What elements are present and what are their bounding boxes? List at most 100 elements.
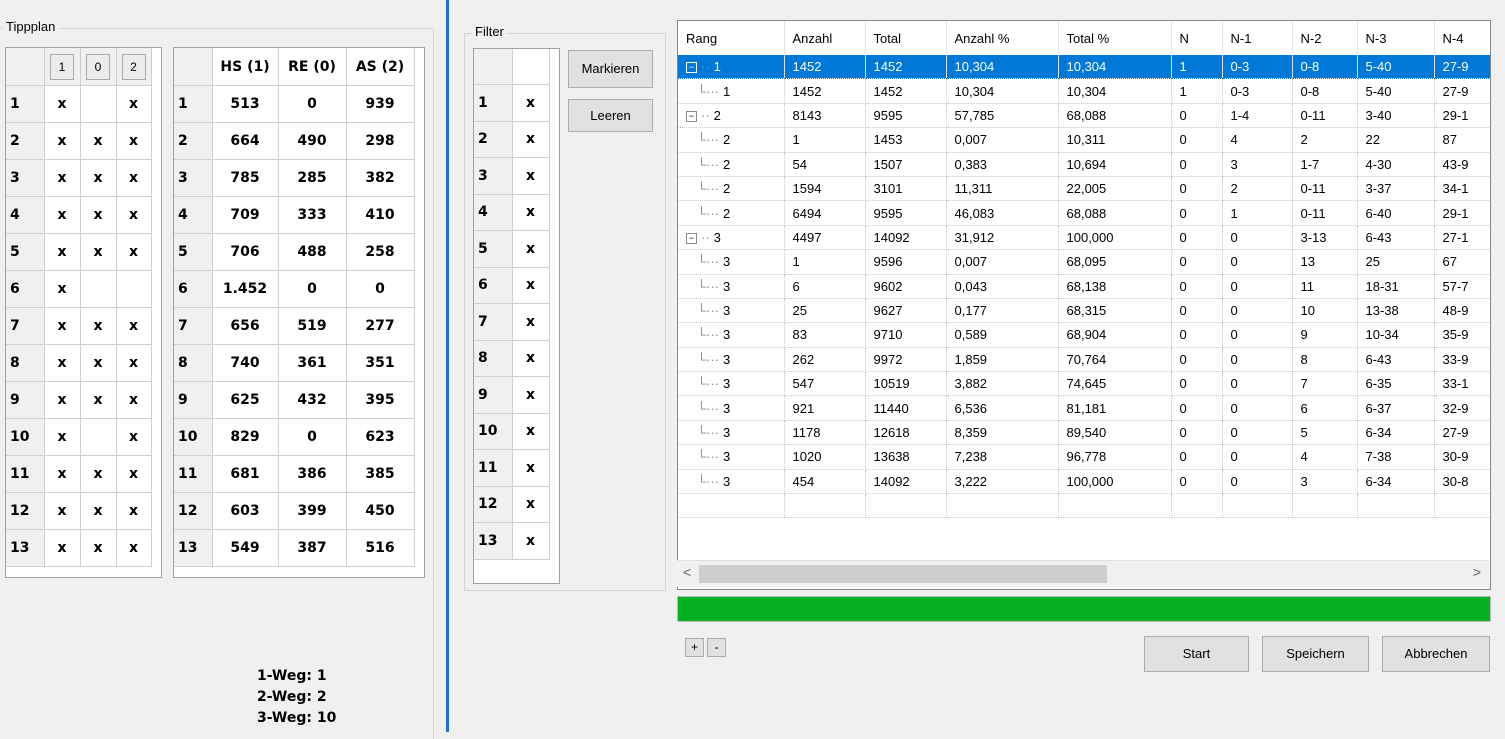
tippplan-cell-c0[interactable]: x [80, 159, 117, 197]
tippplan-row-number[interactable]: 1 [6, 85, 45, 123]
collapse-icon[interactable]: − [686, 62, 697, 74]
column-header-0-button[interactable]: 0 [86, 53, 110, 80]
tree-row[interactable]: └··· 3 454 14092 3,222 100,000 0 0 3 6-34 30-8 [678, 469, 1490, 495]
tree-column-header[interactable]: N-4 [1434, 21, 1490, 55]
filter-grid[interactable]: 1 x 2 x 3 x 4 x 5 x 6 x 7 x 8 x 9 x 10 x 11 x 12 x 13 x [473, 48, 560, 584]
tree-column-header[interactable]: N-3 [1357, 21, 1435, 55]
tippplan-cell-c0[interactable]: x [80, 196, 117, 234]
tree-row[interactable]: └··· 3 921 11440 6,536 81,181 0 0 6 6-37 32-9 [678, 395, 1490, 421]
tree-row[interactable]: └··· 3 83 9710 0,589 68,904 0 0 9 10-34 35-9 [678, 322, 1490, 348]
tippplan-cell-c1[interactable]: x [44, 418, 81, 456]
expand-all-button[interactable]: + [685, 638, 704, 657]
filter-row-number[interactable]: 10 [474, 413, 513, 450]
tippplan-row-number[interactable]: 10 [6, 418, 45, 456]
tippplan-cell-c2[interactable]: x [116, 307, 152, 345]
tippplan-cell-c0[interactable] [80, 270, 117, 308]
filter-cell[interactable]: x [512, 121, 550, 158]
tippplan-cell-c1[interactable]: x [44, 455, 81, 493]
tree-column-header[interactable]: N-1 [1222, 21, 1293, 55]
scroll-left-arrow-icon[interactable]: < [683, 564, 691, 580]
start-button[interactable]: Start [1144, 636, 1249, 672]
tippplan-row-number[interactable]: 6 [6, 270, 45, 308]
filter-cell[interactable]: x [512, 267, 550, 304]
tippplan-cell-c0[interactable]: x [80, 455, 117, 493]
filter-row-number[interactable]: 1 [474, 84, 513, 122]
filter-cell[interactable]: x [512, 413, 550, 450]
tippplan-cell-c2[interactable]: x [116, 344, 152, 382]
tippplan-cell-c0[interactable] [80, 418, 117, 456]
tippplan-row-number[interactable]: 12 [6, 492, 45, 530]
tree-row[interactable]: └··· 3 1020 13638 7,238 96,778 0 0 4 7-38 30-9 [678, 444, 1490, 470]
tree-row[interactable]: └··· 3 547 10519 3,882 74,645 0 0 7 6-35 33-1 [678, 371, 1490, 397]
tippplan-row-number[interactable]: 13 [6, 529, 45, 567]
tree-row[interactable]: └··· 2 1594 3101 11,311 22,005 0 2 0-11 3-37 34-1 [678, 176, 1490, 202]
filter-cell[interactable]: x [512, 340, 550, 377]
filter-cell[interactable]: x [512, 376, 550, 414]
tippplan-cell-c2[interactable]: x [116, 196, 152, 234]
tree-row[interactable]: └··· 2 1 1453 0,007 10,311 0 4 2 22 87 [678, 127, 1490, 153]
filter-cell[interactable]: x [512, 522, 550, 560]
tippplan-row-number[interactable]: 2 [6, 122, 45, 160]
filter-row-number[interactable]: 6 [474, 267, 513, 304]
tippplan-cell-c2[interactable]: x [116, 159, 152, 197]
tippplan-cell-c0[interactable]: x [80, 233, 117, 271]
filter-row-number[interactable]: 9 [474, 376, 513, 414]
tippplan-cell-c0[interactable]: x [80, 529, 117, 567]
scrollbar-thumb[interactable] [699, 565, 1107, 583]
filter-row-number[interactable]: 12 [474, 486, 513, 523]
tree-row[interactable]: └··· 2 6494 9595 46,083 68,088 0 1 0-11 6-40 29-1 [678, 200, 1490, 226]
filter-row-number[interactable]: 11 [474, 449, 513, 487]
filter-cell[interactable]: x [512, 486, 550, 523]
tippplan-cell-c0[interactable]: x [80, 344, 117, 382]
tippplan-cell-c0[interactable]: x [80, 307, 117, 345]
tippplan-cell-c1[interactable]: x [44, 270, 81, 308]
filter-row-number[interactable]: 4 [474, 194, 513, 231]
stats-grid[interactable]: HS (1) RE (0) AS (2) 1 513 0 939 2 664 490 298 3… [173, 47, 425, 578]
markieren-button[interactable]: Markieren [568, 50, 653, 88]
tree-row[interactable]: − ·· 1 1452 1452 10,304 10,304 1 0-3 0-8 5-40 27-9 [678, 55, 1490, 80]
tree-row[interactable]: └··· 2 54 1507 0,383 10,694 0 3 1-7 4-30 43-9 [678, 152, 1490, 177]
tippplan-cell-c1[interactable]: x [44, 122, 81, 160]
tippplan-row-number[interactable]: 7 [6, 307, 45, 345]
tippplan-row-number[interactable]: 4 [6, 196, 45, 234]
tippplan-cell-c2[interactable]: x [116, 529, 152, 567]
tippplan-cell-c1[interactable]: x [44, 307, 81, 345]
tree-column-header[interactable]: Rang [678, 21, 785, 55]
tree-column-header[interactable]: N [1171, 21, 1223, 55]
leeren-button[interactable]: Leeren [568, 99, 653, 132]
tippplan-row-number[interactable]: 9 [6, 381, 45, 419]
filter-cell[interactable]: x [512, 303, 550, 341]
tippplan-cell-c1[interactable]: x [44, 381, 81, 419]
tippplan-cell-c2[interactable]: x [116, 418, 152, 456]
tree-row[interactable]: └··· 3 1 9596 0,007 68,095 0 0 13 25 67 [678, 249, 1490, 275]
tree-row[interactable]: − ·· 3 4497 14092 31,912 100,000 0 0 3-13 6-43 27-1 [678, 225, 1490, 251]
tippplan-cell-c1[interactable]: x [44, 492, 81, 530]
filter-cell[interactable]: x [512, 157, 550, 195]
filter-cell[interactable]: x [512, 194, 550, 231]
filter-cell[interactable]: x [512, 449, 550, 487]
tippplan-cell-c2[interactable]: x [116, 381, 152, 419]
collapse-icon[interactable]: − [686, 111, 697, 123]
filter-row-number[interactable]: 2 [474, 121, 513, 158]
tippplan-row-number[interactable]: 11 [6, 455, 45, 493]
tippplan-cell-c1[interactable]: x [44, 233, 81, 271]
tree-column-header[interactable]: Anzahl % [946, 21, 1059, 55]
tree-row[interactable]: └··· 3 262 9972 1,859 70,764 0 0 8 6-43 33-9 [678, 347, 1490, 373]
speichern-button[interactable]: Speichern [1262, 636, 1369, 672]
tippplan-grid[interactable]: 1 0 2 1xx2xxx3xxx4xxx5xxx6x7xxx8xxx9xxx1… [5, 47, 162, 578]
tree-row[interactable]: └··· 3 6 9602 0,043 68,138 0 0 11 18-31 57-7 [678, 274, 1490, 299]
tree-column-header[interactable]: Anzahl [784, 21, 866, 55]
filter-row-number[interactable]: 5 [474, 230, 513, 268]
column-header-1-button[interactable]: 1 [50, 53, 74, 80]
tree-row[interactable]: └··· 1 1452 1452 10,304 10,304 1 0-3 0-8 5-40 27-9 [678, 78, 1490, 104]
tippplan-cell-c2[interactable]: x [116, 122, 152, 160]
filter-cell[interactable]: x [512, 84, 550, 122]
results-tree-table[interactable]: Rang Anzahl Total Anzahl % Total % N N-1 N-2 N-3… [677, 20, 1491, 590]
tippplan-cell-c0[interactable]: x [80, 381, 117, 419]
filter-row-number[interactable]: 13 [474, 522, 513, 560]
tippplan-cell-c1[interactable]: x [44, 344, 81, 382]
tippplan-cell-c0[interactable]: x [80, 122, 117, 160]
tippplan-cell-c0[interactable] [80, 85, 117, 123]
tippplan-row-number[interactable]: 3 [6, 159, 45, 197]
horizontal-scrollbar[interactable]: < > [677, 560, 1489, 587]
